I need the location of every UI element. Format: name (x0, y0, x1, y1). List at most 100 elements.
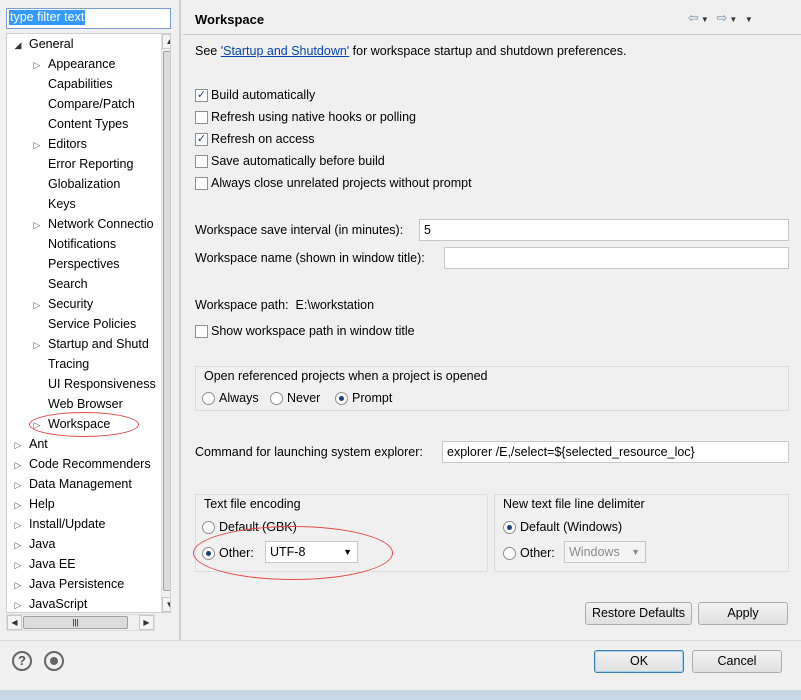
tree-hscroll-thumb[interactable]: ||| (23, 616, 128, 629)
explorer-command-input[interactable]: explorer /E,/select=${selected_resource_… (442, 441, 789, 463)
collapsed-triangle-icon[interactable]: ▷ (12, 595, 24, 612)
tree-item[interactable]: ▷ Help (12, 494, 55, 514)
checkbox-box[interactable] (195, 176, 208, 190)
delimiter-other-radio[interactable]: Other: (503, 544, 555, 562)
forward-icon[interactable]: ⇨ (716, 10, 729, 25)
collapsed-triangle-icon[interactable]: ▷ (12, 575, 24, 595)
tree-horizontal-scrollbar[interactable]: ◀ ||| ▶ (6, 614, 155, 631)
tree-vertical-scrollbar[interactable]: ▲ ▼ (161, 34, 170, 612)
collapsed-triangle-icon[interactable]: ▷ (31, 135, 43, 155)
tree-item[interactable]: Capabilities (31, 74, 113, 94)
checkbox-box[interactable] (195, 154, 208, 168)
radio-circle[interactable] (202, 391, 215, 405)
record-icon[interactable] (44, 651, 64, 671)
scroll-right-icon[interactable]: ▶ (139, 615, 154, 630)
radio-never-label: Never (287, 391, 321, 405)
pane-splitter[interactable] (179, 0, 181, 640)
scroll-up-icon[interactable]: ▲ (162, 34, 170, 49)
startup-shutdown-link[interactable]: 'Startup and Shutdown' (221, 44, 349, 58)
tree-item[interactable]: ▷ Appearance (31, 54, 116, 75)
collapsed-triangle-icon[interactable]: ▷ (31, 335, 43, 355)
tree-item[interactable]: ▷ Network Connectio (31, 214, 154, 234)
collapsed-triangle-icon[interactable]: ▷ (12, 455, 24, 475)
collapsed-triangle-icon[interactable]: ▷ (31, 55, 43, 75)
save-interval-input[interactable]: 5 (419, 219, 789, 241)
option-checkbox[interactable]: Refresh using native hooks or polling (195, 108, 416, 126)
scroll-down-icon[interactable]: ▼ (162, 597, 170, 612)
chevron-down-icon[interactable]: ▼ (631, 542, 640, 562)
radio-circle[interactable] (503, 520, 516, 534)
apply-button[interactable]: Apply (698, 602, 788, 625)
radio-prompt[interactable]: Prompt (335, 389, 392, 407)
open-referenced-group: Open referenced projects when a project … (195, 366, 789, 411)
tree-item[interactable]: Tracing (31, 354, 89, 374)
tree-item[interactable]: ▷ Startup and Shutd (31, 334, 149, 354)
option-checkbox[interactable]: Save automatically before build (195, 152, 385, 170)
radio-circle[interactable] (202, 520, 215, 534)
tree-item[interactable]: Notifications (31, 234, 116, 254)
option-checkbox[interactable]: Always close unrelated projects without … (195, 174, 472, 192)
expanded-triangle-icon[interactable]: ◢ (12, 35, 24, 55)
back-icon[interactable]: ⇦ (688, 10, 701, 25)
collapsed-triangle-icon[interactable]: ▷ (12, 475, 24, 495)
delimiter-default-radio[interactable]: Default (Windows) (503, 518, 622, 536)
tree-item[interactable]: ▷ JavaScript (12, 594, 88, 612)
tree-scroll-thumb[interactable] (163, 51, 170, 591)
radio-circle[interactable] (503, 546, 516, 560)
tree-item[interactable]: Perspectives (31, 254, 120, 274)
tree-item[interactable]: Web Browser (31, 394, 123, 414)
intro-text: See 'Startup and Shutdown' for workspace… (195, 44, 626, 58)
option-checkbox[interactable]: ✓ Build automatically (195, 86, 315, 104)
tree-item[interactable]: UI Responsiveness (31, 374, 156, 394)
tree-item[interactable]: ▷ Java EE (12, 554, 76, 574)
tree-item[interactable]: Search (31, 274, 88, 294)
tree-item[interactable]: Keys (31, 194, 76, 214)
help-icon[interactable]: ? (12, 651, 32, 671)
collapsed-triangle-icon[interactable]: ▷ (12, 515, 24, 535)
scroll-left-icon[interactable]: ◀ (7, 615, 22, 630)
tree-item[interactable]: ▷ Data Management (12, 474, 132, 494)
workspace-name-input[interactable] (444, 247, 789, 269)
tree-item[interactable]: ▷ Java Persistence (12, 574, 125, 595)
collapsed-triangle-icon[interactable]: ▷ (12, 535, 24, 555)
tree-item[interactable]: ▷ Install/Update (12, 514, 106, 535)
filter-input[interactable]: type filter text (6, 8, 171, 29)
checkmark-icon[interactable]: ✓ (195, 88, 208, 102)
show-path-checkbox[interactable]: Show workspace path in window title (195, 322, 415, 340)
radio-circle[interactable] (270, 391, 283, 405)
restore-defaults-button[interactable]: Restore Defaults (585, 602, 692, 625)
radio-always[interactable]: Always (202, 389, 259, 407)
tree-item[interactable]: ▷ Code Recommenders (12, 454, 151, 474)
tree-item[interactable]: ◢ General (12, 34, 74, 55)
collapsed-triangle-icon[interactable]: ▷ (12, 555, 24, 575)
tree-item[interactable]: ▷ Security (31, 294, 94, 315)
delimiter-combo[interactable]: Windows ▼ (564, 541, 646, 563)
forward-menu-icon[interactable]: ▼ (729, 15, 739, 24)
tree-item[interactable]: Error Reporting (31, 154, 133, 174)
tree-item[interactable]: Globalization (31, 174, 120, 194)
highlight-ellipse-workspace (29, 412, 139, 437)
highlight-ellipse-encoding (193, 526, 393, 580)
preference-tree[interactable]: ◢ General ▷ Appearance Capabilities Compare/P… (6, 33, 171, 613)
tree-item[interactable]: Content Types (31, 114, 128, 134)
checkbox-box[interactable] (195, 110, 208, 124)
cancel-button[interactable]: Cancel (692, 650, 782, 673)
checkmark-icon[interactable]: ✓ (195, 132, 208, 146)
radio-circle[interactable] (335, 391, 348, 405)
back-menu-icon[interactable]: ▼ (701, 15, 711, 24)
collapsed-triangle-icon[interactable]: ▷ (12, 495, 24, 515)
radio-never[interactable]: Never (270, 389, 320, 407)
tree-item-label: Capabilities (48, 77, 113, 91)
tree-item[interactable]: ▷ Editors (31, 134, 87, 154)
view-menu-icon[interactable]: ▼ (745, 15, 755, 24)
checkbox-box[interactable] (195, 324, 208, 338)
collapsed-triangle-icon[interactable]: ▷ (31, 295, 43, 315)
tree-item[interactable]: Compare/Patch (31, 94, 135, 114)
collapsed-triangle-icon[interactable]: ▷ (31, 215, 43, 235)
ok-button[interactable]: OK (594, 650, 684, 673)
tree-item[interactable]: ▷ Ant (12, 434, 48, 454)
tree-item[interactable]: ▷ Java (12, 534, 56, 555)
tree-item[interactable]: Service Policies (31, 314, 136, 334)
option-checkbox[interactable]: ✓ Refresh on access (195, 130, 315, 148)
collapsed-triangle-icon[interactable]: ▷ (12, 435, 24, 455)
